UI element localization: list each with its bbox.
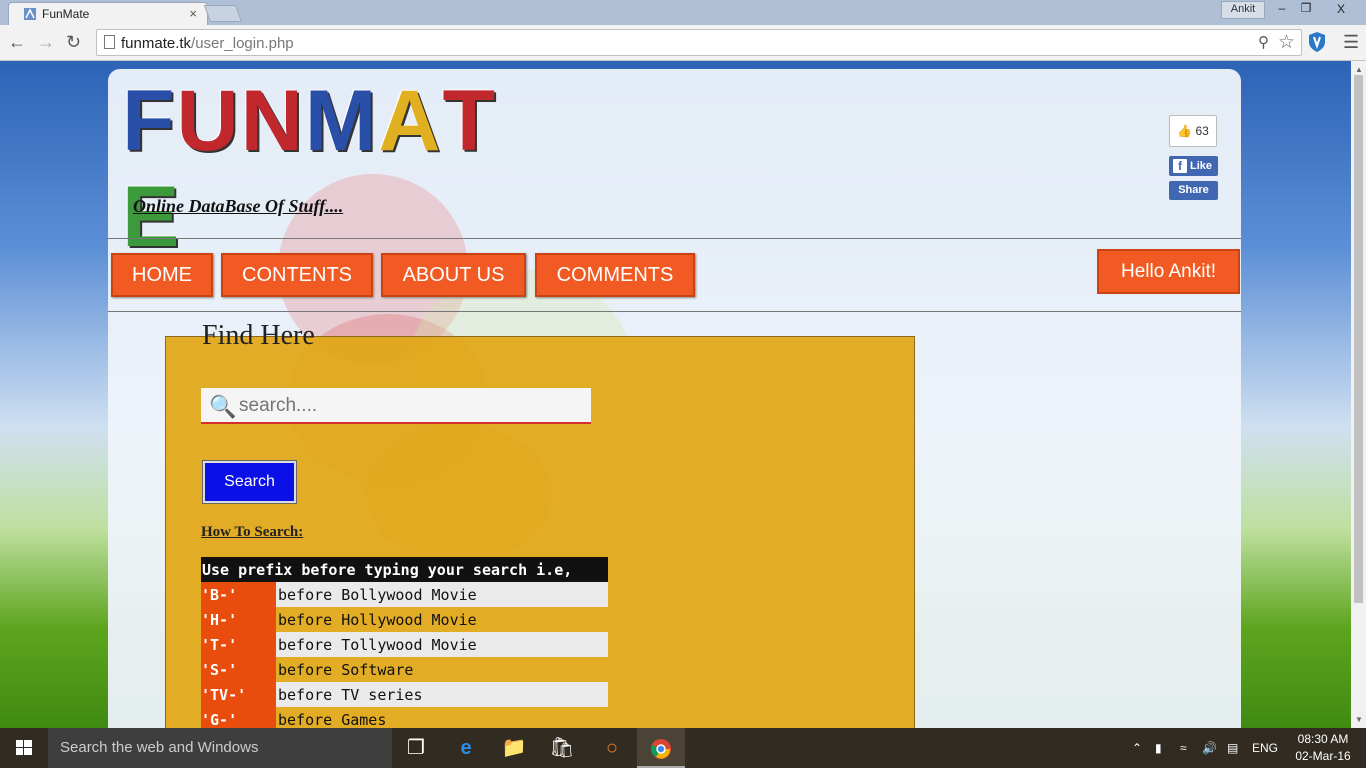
site-logo[interactable]: FUNMAT E [122, 73, 518, 265]
back-icon[interactable]: ← [8, 33, 26, 51]
prefix-desc: before Games [278, 710, 387, 729]
clock-time: 08:30 AM [1297, 732, 1349, 746]
nav-comments[interactable]: COMMENTS [535, 253, 695, 297]
windows-start-icon[interactable] [0, 728, 48, 768]
tab-title: FunMate [42, 7, 90, 21]
language-indicator[interactable]: ENG [1252, 728, 1278, 768]
restore-button[interactable]: ❐ [1294, 0, 1318, 17]
reload-icon[interactable]: ↻ [66, 33, 81, 51]
url-text[interactable]: funmate.tk/user_login.php [121, 35, 294, 52]
clock-date: 02-Mar-16 [1295, 749, 1351, 763]
site-favicon-icon [24, 8, 36, 20]
menu-icon[interactable]: ☰ [1343, 32, 1359, 53]
nav-contents[interactable]: CONTENTS [221, 253, 373, 297]
chrome-icon[interactable] [637, 728, 685, 768]
extension-shield-icon[interactable] [1307, 31, 1327, 53]
how-to-search-label: How To Search: [201, 524, 304, 540]
prefix-desc: before Hollywood Movie [278, 610, 477, 629]
battery-icon[interactable]: ▮ [1155, 728, 1162, 768]
prefix-table: Use prefix before typing your search i.e… [201, 557, 608, 728]
store-icon[interactable]: 🛍 [538, 728, 586, 768]
prefix-code: 'S-' [201, 657, 276, 682]
tab-funmate[interactable]: FunMate × [8, 2, 208, 25]
divider [108, 311, 1241, 312]
table-row: 'T-' before Tollywood Movie [201, 632, 608, 657]
table-row: 'TV-' before TV series [201, 682, 608, 707]
action-center-icon[interactable]: ▤ [1227, 728, 1238, 768]
tab-strip: FunMate × Ankit – ❐ X [0, 0, 1366, 25]
prefix-code: 'G-' [201, 707, 276, 728]
page-viewport: FUNMAT E Online DataBase Of Stuff.... 👍 6… [0, 61, 1351, 728]
forward-icon[interactable]: → [37, 33, 55, 51]
page-scrollbar[interactable]: ▲ ▼ [1351, 61, 1366, 728]
key-icon[interactable]: ⚲ [1258, 33, 1269, 51]
prefix-code: 'TV-' [201, 682, 276, 707]
logo-letter: U [176, 73, 241, 169]
prefix-code: 'T-' [201, 632, 276, 657]
prefix-desc: before TV series [276, 682, 608, 707]
search-icon: 🔍 [209, 394, 237, 419]
taskbar: Search the web and Windows ❐ e 📁 🛍 ○ ⌃ ▮… [0, 728, 1366, 768]
search-input[interactable] [237, 392, 581, 420]
search-button[interactable]: Search [202, 460, 297, 504]
fb-like-count: 👍 63 [1169, 115, 1217, 147]
file-explorer-icon[interactable]: 📁 [490, 728, 538, 768]
nav-home[interactable]: HOME [111, 253, 213, 297]
prefix-code: 'B-' [201, 582, 276, 607]
search-box[interactable]: 🔍 [201, 388, 591, 424]
find-title: Find Here [202, 320, 315, 351]
task-view-icon[interactable]: ❐ [392, 728, 440, 768]
table-row: 'B-' before Bollywood Movie [201, 582, 608, 607]
logo-letter: E [122, 169, 182, 265]
prefix-code: 'H-' [201, 607, 276, 632]
show-hidden-icons-icon[interactable]: ⌃ [1132, 728, 1142, 768]
taskbar-clock[interactable]: 08:30 AM 02-Mar-16 [1288, 731, 1358, 765]
fb-like-button[interactable]: f Like [1169, 156, 1218, 176]
window-close-button[interactable]: X [1317, 0, 1365, 18]
facebook-icon: f [1173, 159, 1187, 173]
scroll-up-icon[interactable]: ▲ [1355, 65, 1363, 74]
wifi-icon[interactable]: ≈ [1180, 728, 1187, 768]
table-row: 'G-' before Games [201, 707, 608, 728]
prefix-desc: before Bollywood Movie [276, 582, 608, 607]
site-container: FUNMAT E Online DataBase Of Stuff.... 👍 6… [108, 69, 1241, 728]
logo-letter: F [122, 73, 177, 169]
site-tagline: Online DataBase Of Stuff.... [133, 196, 344, 216]
browser-toolbar: ← → ↻ funmate.tk/user_login.php ⚲ ☆ ☰ [0, 25, 1366, 61]
prefix-desc: before Tollywood Movie [276, 632, 608, 657]
user-greeting-button[interactable]: Hello Ankit! [1097, 249, 1240, 294]
profile-button[interactable]: Ankit [1221, 1, 1265, 19]
fb-share-button[interactable]: Share [1169, 181, 1218, 200]
scroll-down-icon[interactable]: ▼ [1355, 715, 1363, 724]
uc-browser-icon[interactable]: ○ [588, 728, 636, 768]
logo-letter: M [304, 73, 379, 169]
edge-browser-icon[interactable]: e [442, 728, 490, 768]
bookmark-star-icon[interactable]: ☆ [1278, 31, 1295, 54]
logo-letter: T [442, 73, 498, 169]
address-bar[interactable]: funmate.tk/user_login.php ⚲ ☆ [96, 29, 1302, 56]
logo-letter: N [240, 73, 305, 169]
prefix-table-header: Use prefix before typing your search i.e… [201, 557, 608, 582]
prefix-desc: before Software [278, 660, 414, 679]
tab-close-icon[interactable]: × [189, 6, 197, 21]
table-row: 'H-' before Hollywood Movie [201, 607, 608, 632]
volume-icon[interactable]: 🔊 [1202, 728, 1217, 768]
minimize-button[interactable]: – [1270, 0, 1294, 17]
new-tab-button[interactable] [203, 5, 243, 22]
divider [108, 238, 1241, 239]
taskbar-search-input[interactable]: Search the web and Windows [48, 728, 392, 768]
scrollbar-thumb[interactable] [1354, 75, 1363, 603]
logo-letter: A [378, 73, 443, 169]
nav-about-us[interactable]: ABOUT US [381, 253, 526, 297]
table-row: 'S-' before Software [201, 657, 608, 682]
thumbs-up-icon: 👍 [1177, 124, 1193, 138]
page-icon [104, 35, 115, 49]
